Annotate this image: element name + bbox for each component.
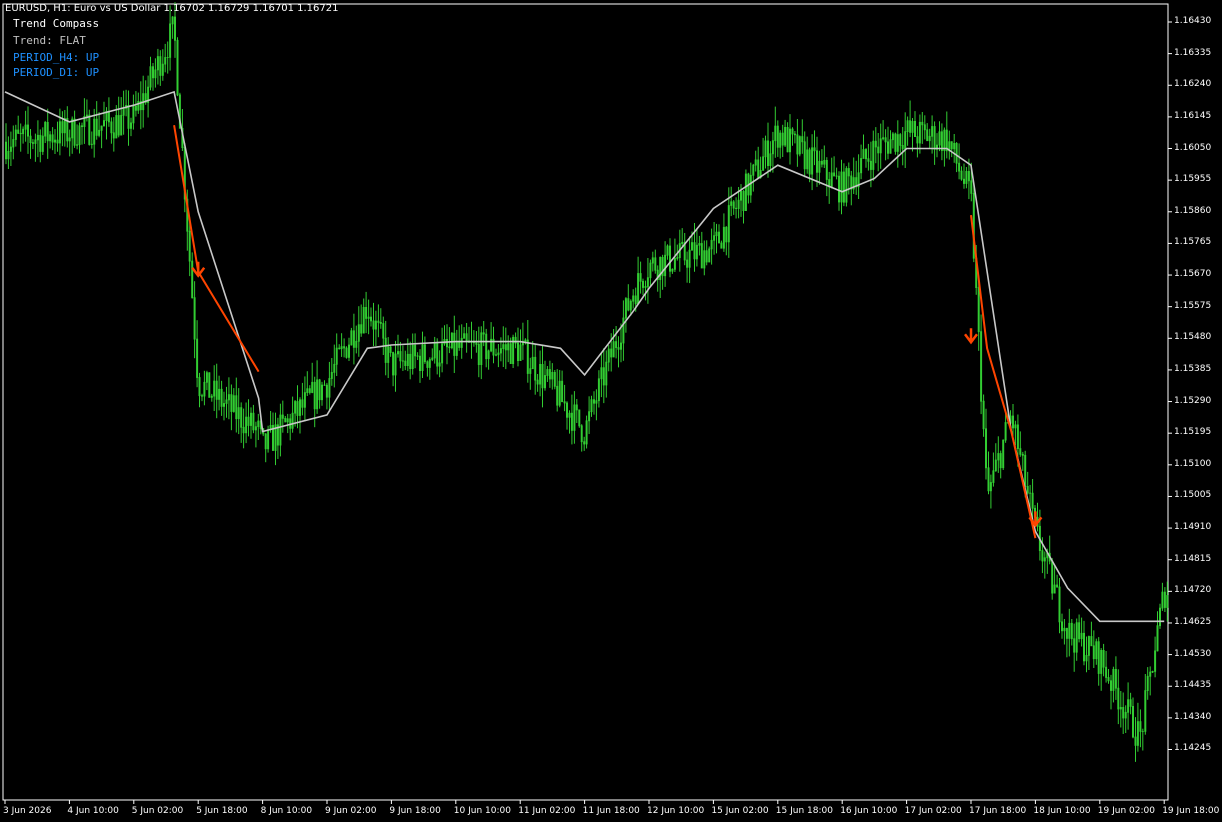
- y-tick-label: 1.16240: [1174, 79, 1212, 90]
- y-tick-label: 1.14530: [1174, 648, 1212, 659]
- down-arrow-signal-0: [191, 261, 206, 278]
- x-tick-label: 5 Jun 02:00: [131, 806, 184, 816]
- x-tick-label: 12 Jun 10:00: [647, 806, 705, 816]
- chart-canvas[interactable]: [0, 0, 1222, 822]
- y-tick-label: 1.14625: [1174, 616, 1212, 627]
- x-tick-label: 16 Jun 10:00: [840, 806, 898, 816]
- price-chart[interactable]: [0, 0, 1222, 822]
- y-tick-label: 1.14910: [1174, 522, 1212, 533]
- y-tick-label: 1.15575: [1174, 300, 1212, 311]
- x-tick-label: 18 Jun 10:00: [1033, 806, 1091, 816]
- y-tick-label: 1.15100: [1174, 458, 1212, 469]
- y-tick-label: 1.15955: [1174, 174, 1212, 185]
- indicator-h4-trend: PERIOD_H4: UP: [13, 51, 100, 64]
- x-tick-label: 3 Jun 2026: [3, 806, 52, 816]
- y-tick-label: 1.16430: [1174, 16, 1212, 26]
- x-tick-label: 17 Jun 18:00: [969, 806, 1027, 816]
- trend-down-line-1: [173, 125, 260, 373]
- candles: [5, 2, 1169, 762]
- x-tick-label: 9 Jun 02:00: [325, 806, 377, 816]
- x-tick-label: 4 Jun 10:00: [67, 806, 119, 816]
- x-tick-label: 9 Jun 18:00: [389, 806, 441, 816]
- x-tick-label: 11 Jun 18:00: [582, 806, 640, 816]
- down-arrow-signal-1: [964, 328, 978, 345]
- x-tick-label: 15 Jun 18:00: [775, 806, 833, 816]
- y-tick-label: 1.15385: [1174, 363, 1212, 374]
- y-tick-label: 1.14815: [1174, 553, 1212, 564]
- y-tick-label: 1.16145: [1174, 110, 1212, 121]
- y-tick-label: 1.14720: [1174, 585, 1212, 596]
- x-tick-label: 19 Jun 02:00: [1097, 806, 1155, 816]
- x-tick-label: 15 Jun 02:00: [711, 806, 769, 816]
- x-tick-label: 5 Jun 18:00: [196, 806, 248, 816]
- y-tick-label: 1.15860: [1174, 205, 1212, 216]
- y-tick-label: 1.15290: [1174, 395, 1212, 406]
- y-tick-label: 1.14340: [1174, 711, 1212, 722]
- y-tick-label: 1.15480: [1174, 332, 1212, 343]
- y-tick-label: 1.16050: [1174, 142, 1212, 153]
- y-tick-label: 1.15765: [1174, 237, 1212, 248]
- symbol-header: EURUSD, H1: Euro vs US Dollar 1.16702 1.…: [5, 3, 339, 14]
- x-tick-label: 8 Jun 10:00: [260, 806, 313, 816]
- y-tick-label: 1.15195: [1174, 427, 1212, 438]
- y-tick-label: 1.15670: [1174, 269, 1212, 280]
- chart-frame: [2, 3, 1169, 801]
- indicator-title: Trend Compass: [13, 17, 100, 30]
- y-tick-label: 1.15005: [1174, 490, 1212, 501]
- y-tick-label: 1.16335: [1174, 47, 1212, 58]
- x-tick-label: 17 Jun 02:00: [904, 806, 962, 816]
- indicator-trend: Trend: FLAT: [13, 34, 86, 47]
- x-tick-label: 10 Jun 10:00: [453, 806, 511, 816]
- indicator-d1-trend: PERIOD_D1: UP: [13, 66, 100, 79]
- y-tick-label: 1.14435: [1174, 680, 1212, 691]
- x-tick-label: 19 Jun 18:00: [1162, 806, 1220, 816]
- x-tick-label: 11 Jun 02:00: [518, 806, 576, 816]
- y-tick-label: 1.14245: [1174, 743, 1212, 754]
